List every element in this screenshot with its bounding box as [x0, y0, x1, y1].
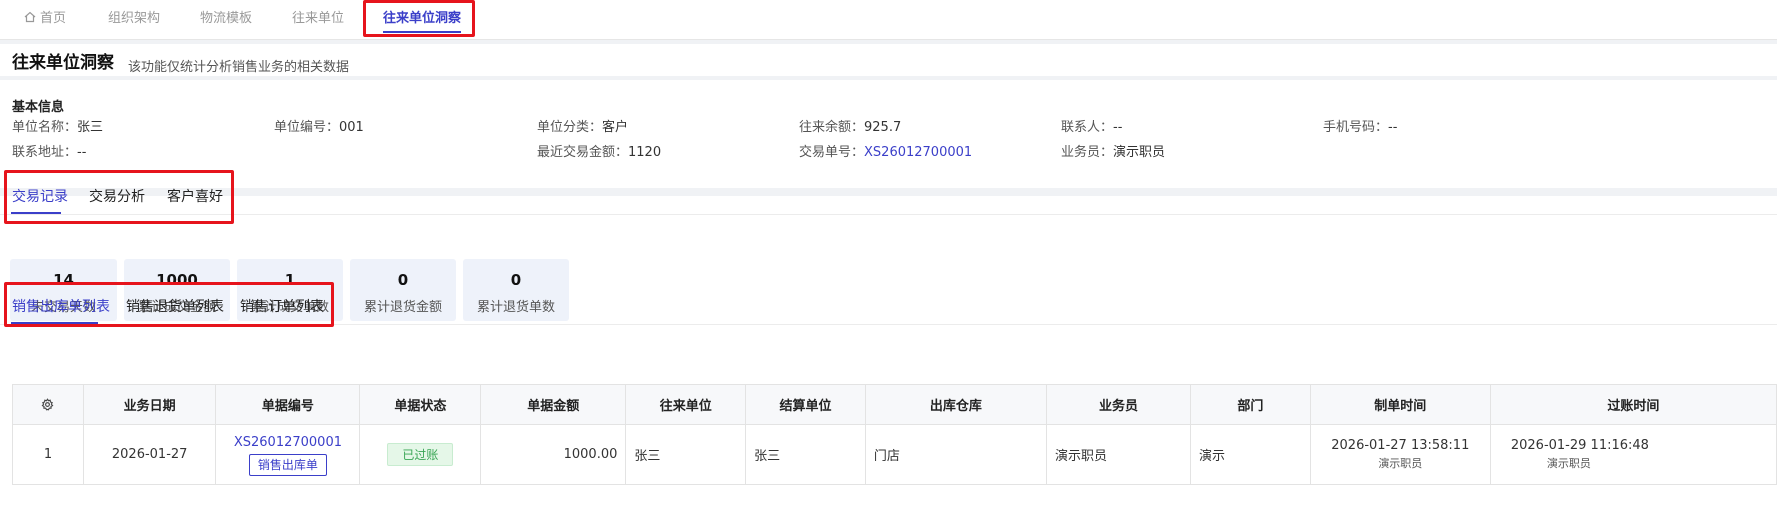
- field-salesman: 业务员：演示职员: [1061, 141, 1165, 160]
- tab-sales-order-list[interactable]: 销售订单列表: [240, 296, 324, 316]
- column-header[interactable]: 结算单位: [745, 384, 866, 425]
- page-title: 往来单位洞察: [12, 53, 114, 73]
- field-unit-name: 单位名称：张三: [12, 116, 103, 135]
- field-label: 手机号码：: [1323, 120, 1389, 135]
- status-badge: 已过账: [387, 443, 454, 466]
- stat-label: 累计退货单数: [476, 300, 555, 315]
- cell-salesman: 演示职员: [1045, 424, 1192, 485]
- column-header[interactable]: 部门: [1190, 384, 1311, 425]
- sales-outbound-table: 业务日期 单据编号 单据状态 单据金额 往来单位 结算单位 出库仓库 业务员 部…: [12, 384, 1777, 485]
- field-label: 交易单号：: [799, 145, 865, 160]
- column-header[interactable]: 单据状态: [359, 384, 482, 425]
- field-label: 业务员：: [1061, 145, 1114, 160]
- top-tab-partner-insight[interactable]: 往来单位洞察: [383, 0, 462, 40]
- basic-info-title: 基本信息: [12, 100, 65, 115]
- home-icon: [24, 11, 36, 23]
- cell-dept: 演示: [1190, 424, 1311, 485]
- active-tab-underline: [383, 31, 462, 33]
- posted-time: 2026-01-29 11:16:48: [1510, 437, 1649, 453]
- sub-tabs-divider: [0, 324, 1777, 325]
- field-unit-category: 单位分类：客户: [537, 116, 628, 135]
- tab-sales-return-list[interactable]: 销售退货单列表: [126, 296, 224, 316]
- field-label: 单位名称：: [12, 120, 78, 135]
- stat-value: 0: [397, 271, 409, 289]
- field-value: 925.7: [864, 120, 902, 135]
- stat-label: 累计退货金额: [363, 300, 442, 315]
- gear-icon[interactable]: [41, 398, 54, 411]
- main-tabs-divider: [0, 214, 1777, 215]
- field-value: --: [1113, 120, 1123, 135]
- posted-by: 演示职员: [1546, 456, 1591, 470]
- tab-transaction-records[interactable]: 交易记录: [12, 186, 68, 206]
- column-settings[interactable]: [12, 384, 84, 425]
- field-value: --: [77, 145, 87, 160]
- field-phone: 手机号码：--: [1323, 116, 1397, 135]
- column-header[interactable]: 业务员: [1045, 384, 1192, 425]
- cell-status: 已过账: [359, 424, 482, 485]
- top-tab-home-label: 首页: [40, 11, 67, 26]
- cell-warehouse: 门店: [864, 424, 1047, 485]
- field-value: 001: [339, 120, 364, 135]
- stat-card-return-amount: 0 累计退货金额: [350, 259, 456, 321]
- cell-date: 2026-01-27: [82, 424, 217, 485]
- stat-value: 0: [510, 271, 522, 289]
- cell-partner: 张三: [625, 424, 747, 485]
- column-header[interactable]: 制单时间: [1309, 384, 1491, 425]
- field-value: 张三: [77, 120, 104, 135]
- field-label: 往来余额：: [799, 120, 865, 135]
- top-tab-logistics[interactable]: 物流模板: [200, 0, 252, 40]
- column-header[interactable]: 单据编号: [215, 384, 361, 425]
- cell-amount: 1000.00: [480, 424, 627, 485]
- top-tab-partner-insight-label: 往来单位洞察: [383, 11, 462, 26]
- cell-created: 2026-01-27 13:58:11 演示职员: [1309, 424, 1491, 485]
- tab-customer-preference[interactable]: 客户喜好: [167, 186, 223, 206]
- created-by: 演示职员: [1378, 456, 1423, 470]
- table-header-row: 业务日期 单据编号 单据状态 单据金额 往来单位 结算单位 出库仓库 业务员 部…: [12, 384, 1777, 425]
- top-tab-home[interactable]: 首页: [24, 0, 66, 40]
- stat-value: 1: [284, 271, 296, 289]
- field-value: --: [1388, 120, 1398, 135]
- field-value: 演示职员: [1113, 145, 1166, 160]
- stat-value: 1000: [156, 271, 198, 289]
- field-value: 客户: [602, 120, 629, 135]
- stat-value: 14: [53, 271, 74, 289]
- cell-settle: 张三: [745, 424, 866, 485]
- top-tab-partners-label: 往来单位: [292, 11, 345, 26]
- tab-transaction-analysis[interactable]: 交易分析: [89, 186, 145, 206]
- cell-doc-no: XS26012700001 销售出库单: [215, 424, 361, 485]
- column-header[interactable]: 过账时间: [1489, 384, 1777, 425]
- column-header[interactable]: 单据金额: [480, 384, 627, 425]
- top-tab-org-label: 组织架构: [108, 11, 161, 26]
- field-label: 单位分类：: [537, 120, 603, 135]
- doc-no-link[interactable]: XS26012700001: [864, 145, 972, 160]
- doc-no-link[interactable]: XS26012700001: [224, 434, 351, 452]
- column-header[interactable]: 业务日期: [82, 384, 217, 425]
- cell-index: 1: [12, 424, 84, 485]
- field-label: 最近交易金额：: [537, 145, 629, 160]
- field-last-amount: 最近交易金额：1120: [537, 141, 661, 160]
- field-label: 单位编号：: [274, 120, 340, 135]
- field-address: 联系地址：--: [12, 141, 86, 160]
- field-label: 联系地址：: [12, 145, 78, 160]
- column-header[interactable]: 往来单位: [625, 384, 747, 425]
- field-value: 1120: [628, 145, 662, 160]
- field-doc-no: 交易单号：XS26012700001: [799, 141, 972, 160]
- field-contact: 联系人：--: [1061, 116, 1122, 135]
- table-row[interactable]: 1 2026-01-27 XS26012700001 销售出库单 已过账 100…: [12, 424, 1777, 485]
- field-unit-code: 单位编号：001: [274, 116, 364, 135]
- field-label: 联系人：: [1061, 120, 1114, 135]
- page-description: 该功能仅统计分析销售业务的相关数据: [128, 60, 350, 75]
- stat-card-return-orders: 0 累计退货单数: [463, 259, 569, 321]
- cell-posted: 2026-01-29 11:16:48 演示职员: [1489, 424, 1777, 485]
- doc-type-tag: 销售出库单: [248, 453, 327, 476]
- top-tab-org[interactable]: 组织架构: [108, 0, 160, 40]
- tab-sales-outbound-list[interactable]: 销售出库单列表: [12, 296, 110, 316]
- field-balance: 往来余额：925.7: [799, 116, 901, 135]
- top-tab-partners[interactable]: 往来单位: [292, 0, 344, 40]
- top-tab-logistics-label: 物流模板: [200, 11, 253, 26]
- created-time: 2026-01-27 13:58:11: [1331, 437, 1470, 453]
- column-header[interactable]: 出库仓库: [864, 384, 1047, 425]
- top-tab-bar: 首页 组织架构 物流模板 往来单位 往来单位洞察: [0, 0, 1777, 40]
